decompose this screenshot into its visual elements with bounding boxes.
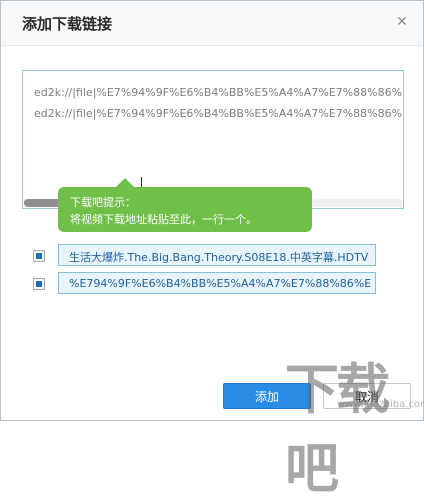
- paste-hint-tooltip: 下载吧提示： 将视频下载地址粘贴至此，一行一个。: [58, 178, 312, 232]
- file-checkbox[interactable]: [33, 250, 45, 262]
- checkbox-checked-mark: [36, 281, 42, 287]
- watermark-text: 下载吧: [285, 358, 390, 500]
- file-name-field[interactable]: 生活大爆炸.The.Big.Bang.Theory.S08E18.中英字幕.HD…: [58, 244, 376, 266]
- checkbox-checked-mark: [36, 253, 42, 259]
- link-line: ed2k://|file|%E7%94%9F%E6%B4%BB%E5%A4%A7…: [34, 107, 404, 120]
- add-download-link-dialog: 添加下载链接 ✕ ed2k://|file|%E7%94%9F%E6%B4%BB…: [0, 0, 424, 500]
- tooltip-body: 将视频下载地址粘贴至此，一行一个。: [70, 213, 257, 226]
- watermark-logo: 下载吧 www.xiazaiba.com: [285, 347, 424, 500]
- tooltip-title: 下载吧提示：: [70, 196, 136, 209]
- dialog-titlebar: 添加下载链接 ✕: [1, 1, 423, 46]
- file-name-text: %E794%9F%E6%B4%BB%E5%A4%A7%E7%88%86%E: [69, 277, 372, 290]
- dialog-title: 添加下载链接: [22, 15, 113, 33]
- file-name-text: 生活大爆炸.The.Big.Bang.Theory.S08E18.中英字幕.HD…: [69, 251, 369, 264]
- file-name-field[interactable]: %E794%9F%E6%B4%BB%E5%A4%A7%E7%88%86%E: [58, 272, 376, 294]
- close-icon[interactable]: ✕: [395, 15, 409, 29]
- link-line: ed2k://|file|%E7%94%9F%E6%B4%BB%E5%A4%A7…: [34, 86, 404, 99]
- file-list-item: 生活大爆炸.The.Big.Bang.Theory.S08E18.中英字幕.HD…: [1, 244, 424, 268]
- file-list-item: %E794%9F%E6%B4%BB%E5%A4%A7%E7%88%86%E: [1, 272, 424, 296]
- watermark-url: www.xiazaiba.com: [337, 399, 424, 410]
- file-checkbox[interactable]: [33, 278, 45, 290]
